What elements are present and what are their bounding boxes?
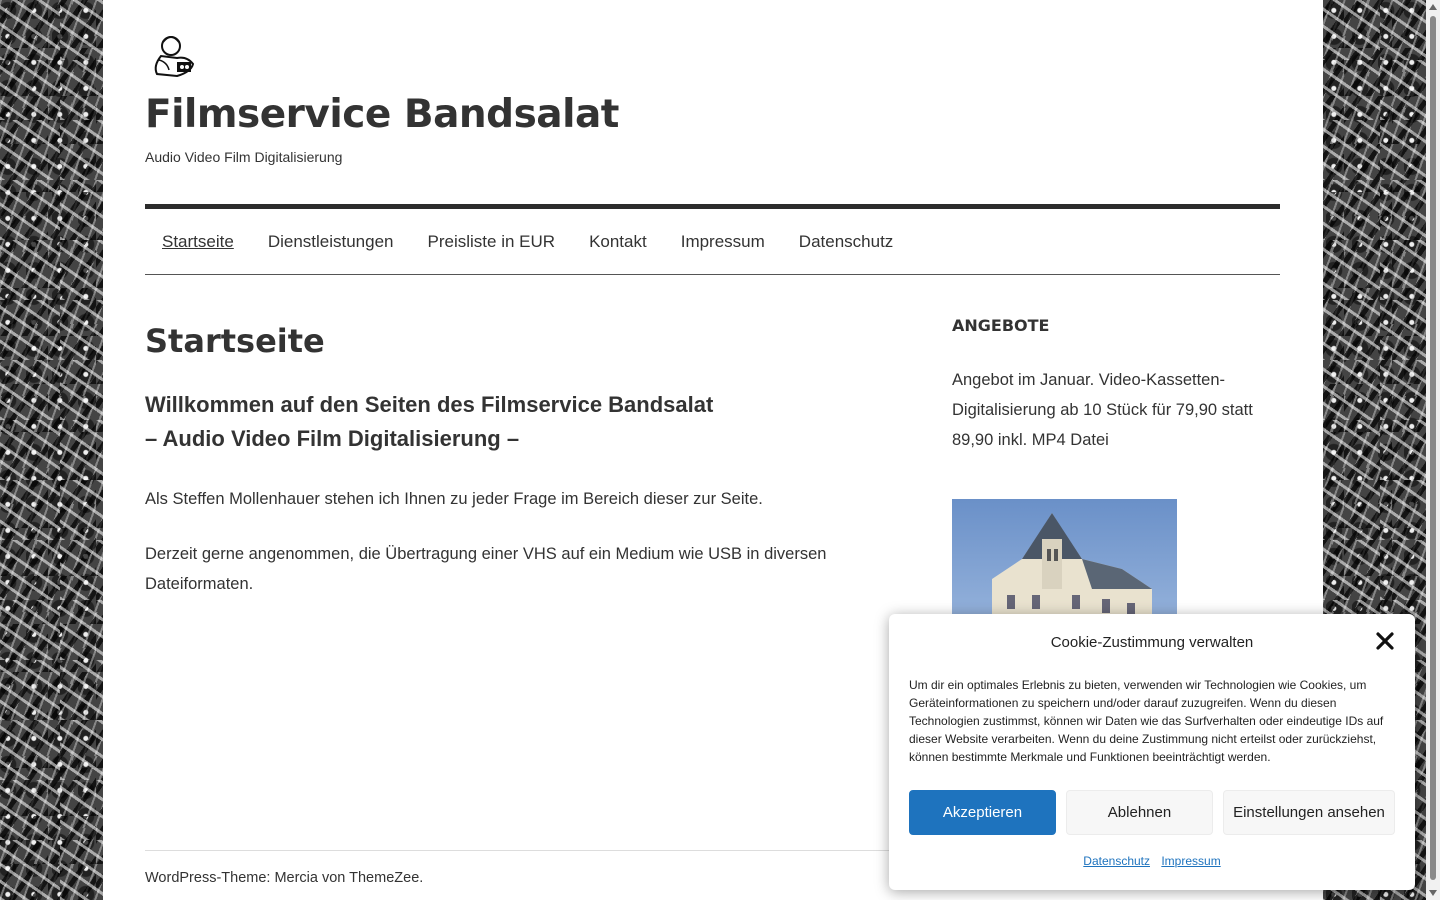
cookie-dialog-title: Cookie-Zustimmung verwalten bbox=[1050, 634, 1254, 651]
close-icon[interactable] bbox=[1376, 632, 1394, 650]
site-title[interactable]: Filmservice Bandsalat bbox=[145, 92, 619, 137]
nav-item-impressum[interactable]: Impressum bbox=[664, 232, 782, 252]
welcome-heading: Willkommen auf den Seiten des Filmservic… bbox=[145, 388, 845, 456]
widget-text: Angebot im Januar. Video-Kassetten-Digit… bbox=[952, 371, 1253, 449]
site-logo[interactable] bbox=[147, 32, 199, 80]
nav-item-startseite[interactable]: Startseite bbox=[145, 232, 251, 252]
imprint-link[interactable]: Impressum bbox=[1161, 854, 1220, 868]
cookie-links: Datenschutz Impressum bbox=[889, 854, 1415, 868]
site-tagline: Audio Video Film Digitalisierung bbox=[145, 149, 343, 165]
main-navigation: Startseite Dienstleistungen Preisliste i… bbox=[145, 204, 1280, 275]
widget-title: Angebote bbox=[952, 316, 1050, 335]
nav-item-datenschutz[interactable]: Datenschutz bbox=[782, 232, 911, 252]
cookie-dialog-text: Um dir ein optimales Erlebnis zu bieten,… bbox=[909, 678, 1384, 764]
scrollbar-thumb[interactable] bbox=[1430, 16, 1436, 880]
view-settings-button[interactable]: Einstellungen ansehen bbox=[1223, 790, 1395, 835]
vertical-scrollbar[interactable] bbox=[1426, 0, 1440, 900]
deny-button[interactable]: Ablehnen bbox=[1066, 790, 1213, 835]
offer-paragraph: Derzeit gerne angenommen, die Übertragun… bbox=[145, 545, 827, 593]
welcome-line-2: – Audio Video Film Digitalisierung – bbox=[145, 426, 520, 451]
page-title: Startseite bbox=[145, 322, 325, 360]
accept-button[interactable]: Akzeptieren bbox=[909, 790, 1056, 835]
nav-item-dienstleistungen[interactable]: Dienstleistungen bbox=[251, 232, 411, 252]
footer-credit: WordPress-Theme: Mercia von ThemeZee. bbox=[145, 870, 424, 886]
nav-item-kontakt[interactable]: Kontakt bbox=[572, 232, 664, 252]
nav-item-preisliste[interactable]: Preisliste in EUR bbox=[411, 232, 573, 252]
scroll-up-icon[interactable] bbox=[1429, 4, 1437, 10]
main-content: Startseite Willkommen auf den Seiten des… bbox=[145, 322, 845, 599]
privacy-link[interactable]: Datenschutz bbox=[1083, 854, 1150, 868]
scroll-down-icon[interactable] bbox=[1429, 890, 1437, 896]
intro-paragraph: Als Steffen Mollenhauer stehen ich Ihnen… bbox=[145, 490, 763, 508]
welcome-line-1: Willkommen auf den Seiten des Filmservic… bbox=[145, 392, 714, 417]
cookie-consent-dialog: Cookie-Zustimmung verwalten Um dir ein o… bbox=[889, 614, 1415, 890]
